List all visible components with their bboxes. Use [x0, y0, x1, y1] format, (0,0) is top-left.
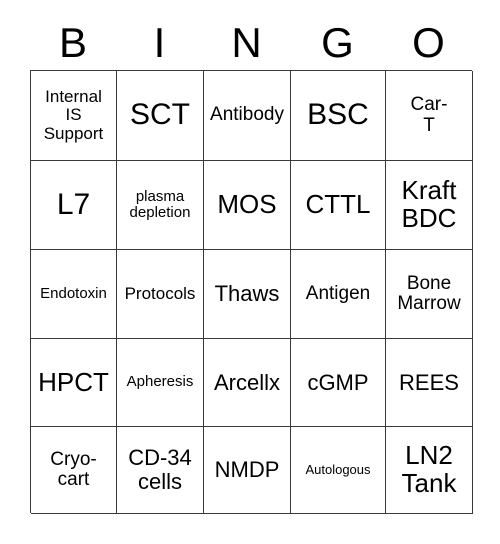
bingo-cell-label: REES	[399, 369, 459, 395]
bingo-cell-label: Thaws	[214, 281, 280, 307]
bingo-cell[interactable]: REES	[386, 339, 473, 427]
bingo-cell-label: L7	[56, 187, 91, 221]
bingo-cell[interactable]: Thaws	[204, 250, 291, 339]
bingo-header-row: B I N G O	[30, 16, 472, 70]
bingo-header-letter-n: N	[231, 19, 262, 66]
bingo-cell-label: Endotoxin	[40, 284, 107, 302]
bingo-cell-label: Antibody	[210, 104, 284, 126]
bingo-cell[interactable]: Cryo- cart	[31, 427, 117, 514]
bingo-header-letter-b: B	[58, 19, 87, 66]
bingo-cell-label: Car- T	[410, 94, 448, 136]
bingo-cell-label: BSC	[307, 98, 369, 132]
bingo-grid: Internal IS Support SCT Antibody BSC Car…	[30, 70, 473, 514]
bingo-cell[interactable]: Arcellx	[204, 339, 291, 427]
bingo-cell[interactable]: SCT	[117, 71, 204, 161]
bingo-cell[interactable]: plasma depletion	[117, 161, 204, 250]
bingo-card: B I N G O Internal IS Support SCT Antibo…	[0, 0, 500, 544]
bingo-cell[interactable]: Internal IS Support	[31, 71, 117, 161]
bingo-cell[interactable]: Antigen	[291, 250, 386, 339]
bingo-cell[interactable]: MOS	[204, 161, 291, 250]
bingo-cell-label: CD-34 cells	[128, 445, 192, 494]
bingo-header-letter-o: O	[412, 19, 445, 66]
bingo-header-letter-i: I	[153, 19, 166, 66]
bingo-cell-label: CTTL	[305, 189, 371, 220]
bingo-cell[interactable]: LN2 Tank	[386, 427, 473, 514]
bingo-cell[interactable]: Bone Marrow	[386, 250, 473, 339]
bingo-cell[interactable]: Protocols	[117, 250, 204, 339]
bingo-cell-label: Antigen	[305, 282, 371, 304]
bingo-cell[interactable]: CD-34 cells	[117, 427, 204, 514]
bingo-cell-label: Protocols	[124, 283, 196, 303]
bingo-cell-label: NMDP	[214, 457, 280, 483]
bingo-cell-label: Internal IS Support	[43, 87, 104, 143]
bingo-cell[interactable]: Apheresis	[117, 339, 204, 427]
bingo-cell-label: cGMP	[307, 369, 369, 395]
bingo-cell-label: Bone Marrow	[397, 272, 461, 314]
bingo-cell-label: LN2 Tank	[401, 440, 457, 498]
bingo-cell-label: HPCT	[38, 366, 109, 397]
bingo-cell[interactable]: NMDP	[204, 427, 291, 514]
bingo-cell-label: Apheresis	[126, 373, 194, 391]
bingo-cell[interactable]: Antibody	[204, 71, 291, 161]
bingo-cell[interactable]: cGMP	[291, 339, 386, 427]
bingo-cell-label: SCT	[130, 98, 190, 132]
bingo-cell[interactable]: CTTL	[291, 161, 386, 250]
bingo-cell[interactable]: L7	[31, 161, 117, 250]
bingo-cell-label: MOS	[217, 189, 277, 220]
bingo-cell[interactable]: BSC	[291, 71, 386, 161]
bingo-cell-label: Kraft BDC	[401, 175, 457, 233]
bingo-cell-label: plasma depletion	[129, 187, 191, 221]
bingo-cell-label: Cryo- cart	[50, 448, 97, 490]
bingo-cell[interactable]: HPCT	[31, 339, 117, 427]
bingo-header-letter-g: G	[321, 19, 354, 66]
bingo-cell[interactable]: Car- T	[386, 71, 473, 161]
bingo-cell[interactable]: Autologous	[291, 427, 386, 514]
bingo-cell[interactable]: Endotoxin	[31, 250, 117, 339]
bingo-cell[interactable]: Kraft BDC	[386, 161, 473, 250]
bingo-cell-label: Autologous	[305, 462, 371, 478]
bingo-cell-label: Arcellx	[213, 369, 280, 395]
